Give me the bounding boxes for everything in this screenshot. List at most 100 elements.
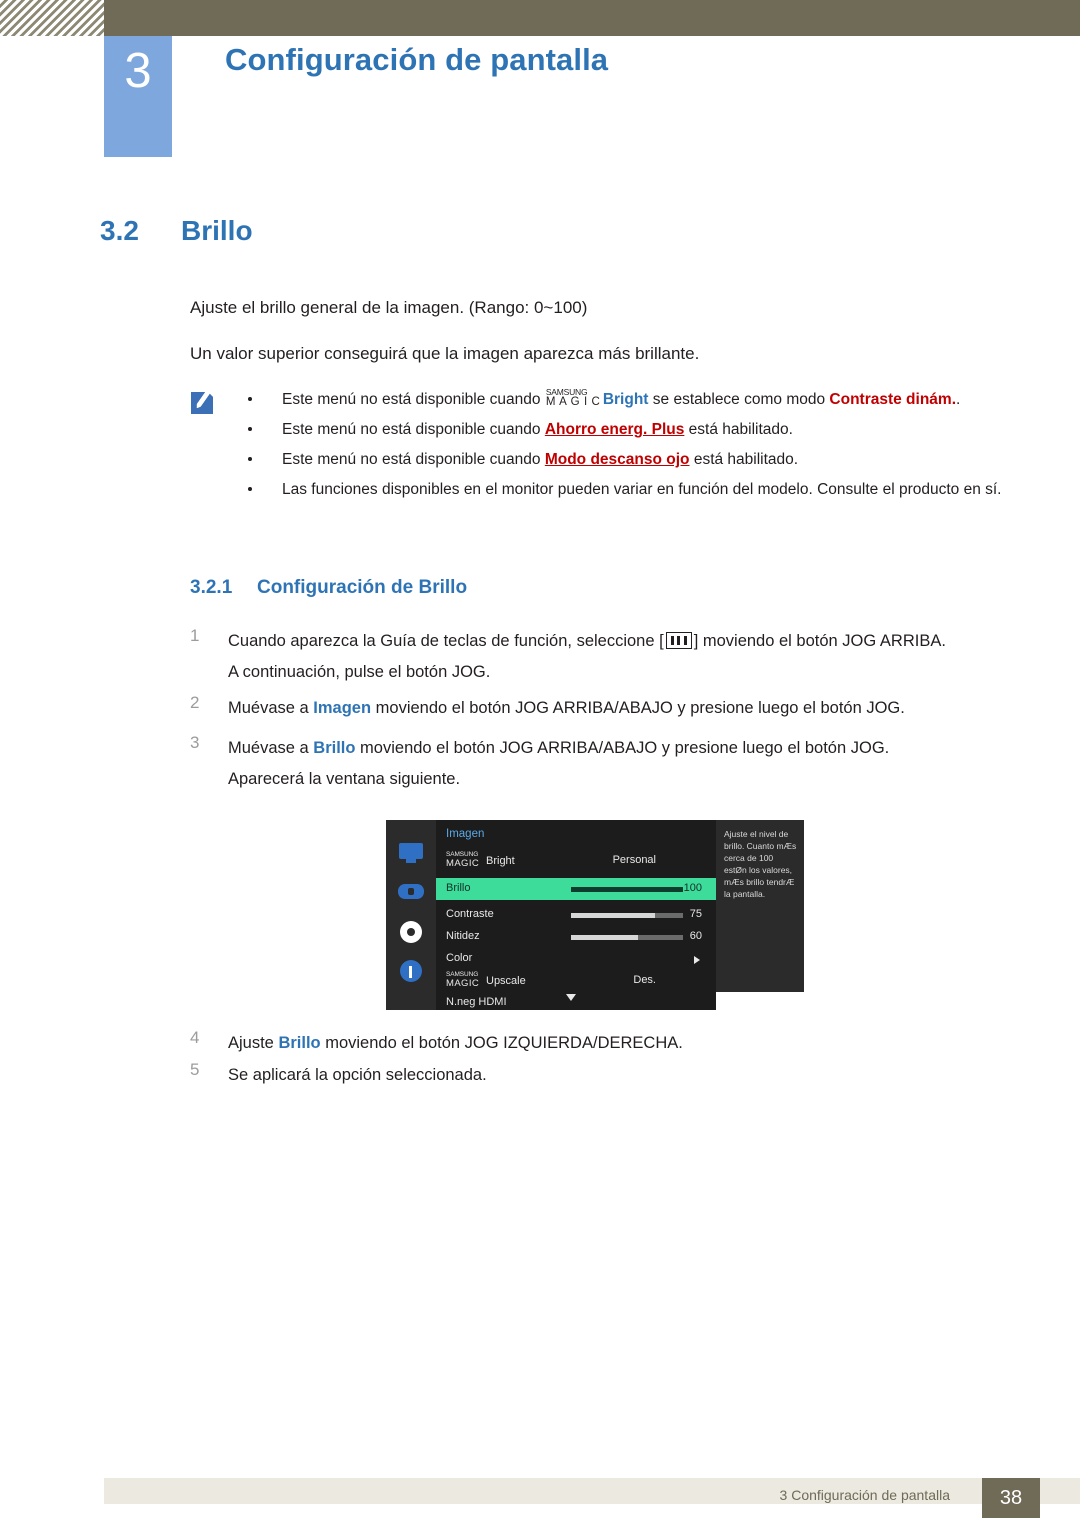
jog-key-guide-icon (665, 632, 692, 649)
magicbright-magic-text: MAGIC (446, 858, 480, 869)
subsection-number: 3.2.1 (190, 577, 233, 598)
note-2-red: Ahorro energ. Plus (544, 421, 685, 438)
osd-row-magicbright[interactable]: SAMSUNG MAGIC Bright Personal (436, 850, 716, 872)
step-3-text: Muévase a Brillo moviendo el botón JOG A… (228, 733, 1020, 795)
osd-screenshot: Imagen SAMSUNG MAGIC Bright Personal Bri… (386, 820, 716, 1010)
bullet-dot-icon (248, 397, 252, 401)
chapter-title: Configuración de pantalla (225, 42, 609, 77)
osd-magicupscale-value: Des. (633, 974, 656, 986)
footer-text: 3 Configuración de pantalla (779, 1487, 950, 1503)
osd-menu-title: Imagen (446, 828, 485, 840)
step-3: 3 Muévase a Brillo moviendo el botón JOG… (190, 733, 1020, 795)
osd-nitidez-value: 60 (689, 930, 702, 942)
osd-color-label: Color (446, 952, 473, 964)
step-1-number: 1 (190, 626, 200, 645)
step-2-post: moviendo el botón JOG ARRIBA/ABAJO y pre… (371, 699, 905, 717)
osd-row-contraste[interactable]: Contraste 75 (436, 904, 716, 926)
note-pencil-icon (191, 392, 217, 416)
step-2-pre: Muévase a (228, 699, 314, 717)
step-2-word: Imagen (313, 699, 372, 717)
step-5-number: 5 (190, 1060, 200, 1079)
step-1-text: Cuando aparezca la Guía de teclas de fun… (228, 626, 1020, 688)
monitor-icon (398, 840, 424, 866)
note-1-bright: Bright (602, 391, 649, 408)
magicupscale-label: SAMSUNG MAGIC Upscale (446, 971, 526, 991)
intro-paragraph-2: Un valor superior conseguirá que la imag… (190, 344, 700, 363)
step-4-word: Brillo (278, 1034, 321, 1052)
bullet-dot-icon (248, 487, 252, 491)
note-1-end: . (956, 391, 961, 408)
note-bullet-4: Las funciones disponibles en el monitor … (244, 478, 1034, 501)
osd-contraste-slider-fill (571, 913, 655, 918)
bullet-dot-icon (248, 427, 252, 431)
osd-row-nitidez[interactable]: Nitidez 60 (436, 926, 716, 948)
note-1-mid: se establece como modo (648, 391, 830, 408)
osd-brillo-slider-fill (571, 887, 683, 892)
magicupscale-suffix-text: Upscale (486, 975, 526, 987)
step-3-line2: Aparecerá la ventana siguiente. (228, 770, 461, 788)
osd-icon-column (386, 820, 436, 1010)
note-3-red: Modo descanso ojo (544, 451, 690, 468)
magicupscale-magic-text: MAGIC (446, 978, 480, 989)
info-icon (398, 958, 424, 984)
osd-magicbright-value: Personal (612, 854, 656, 866)
note-2-pre: Este menú no está disponible cuando (282, 421, 545, 438)
note-3-pre: Este menú no está disponible cuando (282, 451, 545, 468)
osd-brillo-slider[interactable] (571, 887, 683, 892)
magicbright-samsung-text: SAMSUNG (446, 851, 479, 858)
step-4: 4 Ajuste Brillo moviendo el botón JOG IZ… (190, 1028, 1020, 1059)
osd-row-magicupscale[interactable]: SAMSUNG MAGIC Upscale Des. (436, 970, 716, 992)
section-title: Brillo (181, 215, 253, 246)
osd-contraste-label: Contraste (446, 908, 494, 920)
header-bar (104, 0, 1080, 36)
step-3-pre: Muévase a (228, 739, 314, 757)
note-1-pre: Este menú no está disponible cuando (282, 391, 545, 408)
note-bullet-3: Este menú no está disponible cuando Modo… (244, 448, 1034, 471)
osd-contraste-value: 75 (689, 908, 702, 920)
footer-page-number: 38 (982, 1478, 1040, 1518)
osd-nitidez-label: Nitidez (446, 930, 480, 942)
header-hatch-decoration (0, 0, 104, 36)
step-3-word: Brillo (313, 739, 356, 757)
step-4-number: 4 (190, 1028, 200, 1047)
subsection-title: Configuración de Brillo (257, 577, 468, 598)
osd-row-color[interactable]: Color (436, 948, 716, 970)
step-4-text: Ajuste Brillo moviendo el botón JOG IZQU… (228, 1028, 1020, 1059)
note-bullet-1: Este menú no está disponible cuando SAMS… (244, 387, 1034, 411)
osd-contraste-slider[interactable] (571, 913, 683, 918)
step-1-post: ] moviendo el botón JOG ARRIBA. (693, 632, 946, 650)
osd-nitidez-slider-fill (571, 935, 639, 940)
chevron-down-icon[interactable] (566, 994, 576, 1001)
magicupscale-samsung-text: SAMSUNG (446, 971, 479, 978)
osd-row-nneg-hdmi[interactable]: N.neg HDMI (436, 992, 716, 1014)
step-4-pre: Ajuste (228, 1034, 279, 1052)
note-1-red: Contraste dinám. (829, 391, 957, 408)
step-5: 5 Se aplicará la opción seleccionada. (190, 1060, 1020, 1091)
step-3-number: 3 (190, 733, 200, 752)
step-3-post: moviendo el botón JOG ARRIBA/ABAJO y pre… (355, 739, 890, 757)
notes-list: Este menú no está disponible cuando SAMS… (244, 387, 1034, 508)
note-2-end: está habilitado. (684, 421, 793, 438)
bullet-dot-icon (248, 457, 252, 461)
step-5-text: Se aplicará la opción seleccionada. (228, 1066, 487, 1084)
osd-menu-panel: Imagen SAMSUNG MAGIC Bright Personal Bri… (436, 820, 716, 1010)
osd-row-brillo[interactable]: Brillo 100 (436, 878, 716, 900)
step-1: 1 Cuando aparezca la Guía de teclas de f… (190, 626, 1020, 688)
magic-bright-logo: SAMSUNG M A G I C (546, 387, 602, 408)
osd-nitidez-slider[interactable] (571, 935, 683, 940)
step-4-post: moviendo el botón JOG IZQUIERDA/DERECHA. (320, 1034, 683, 1052)
intro-paragraph-1: Ajuste el brillo general de la imagen. (… (190, 298, 588, 317)
game-pad-icon (398, 880, 424, 906)
chevron-right-icon (694, 956, 700, 964)
magicbright-label: SAMSUNG MAGIC Bright (446, 851, 516, 871)
note-bullet-2: Este menú no está disponible cuando Ahor… (244, 418, 1034, 441)
section-number: 3.2 (100, 215, 139, 246)
note-4-text: Las funciones disponibles en el monitor … (282, 481, 1002, 498)
osd-brillo-label: Brillo (446, 882, 471, 894)
step-1-pre: Cuando aparezca la Guía de teclas de fun… (228, 632, 664, 650)
osd-help-panel: Ajuste el nivel de brillo. Cuanto mÆs ce… (716, 820, 804, 992)
magic-magic-text: M A G I C (545, 396, 601, 408)
chapter-number-badge: 3 (104, 36, 172, 157)
magicbright-suffix-text: Bright (486, 855, 515, 867)
step-1-line2: A continuación, pulse el botón JOG. (228, 663, 491, 681)
